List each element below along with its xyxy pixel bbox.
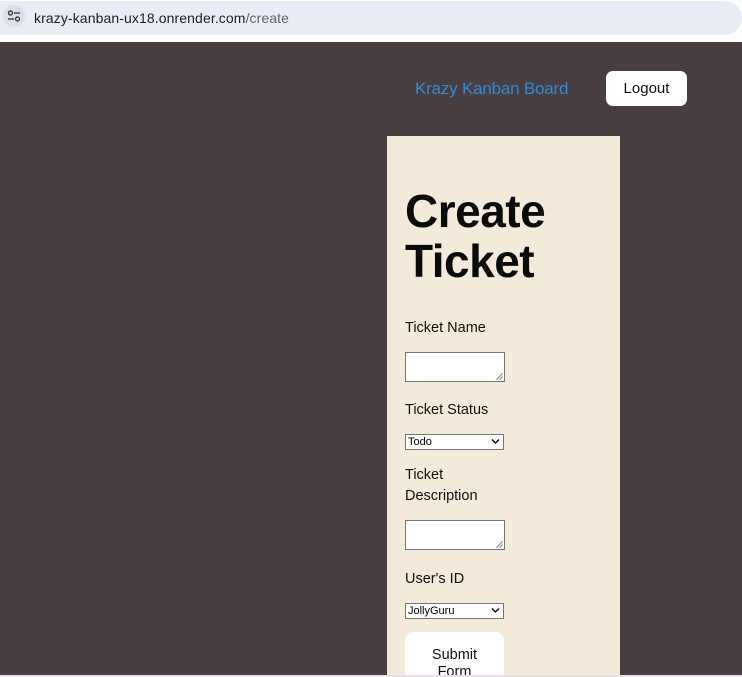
submit-form-button[interactable]: Submit Form [405, 632, 504, 677]
ticket-name-label: Ticket Name [405, 320, 486, 336]
chevron-down-icon [491, 438, 500, 445]
url-host: krazy-kanban-ux18.onrender.com [34, 10, 246, 26]
logout-button[interactable]: Logout [606, 71, 687, 106]
user-id-select[interactable]: JollyGuru [405, 603, 504, 619]
ticket-status-select[interactable]: Todo [405, 434, 504, 450]
ticket-description-label: Ticket Description [405, 467, 478, 504]
user-id-label: User's ID [405, 571, 465, 587]
ticket-description-input[interactable] [405, 520, 505, 550]
browser-address-bar: krazy-kanban-ux18.onrender.com/create [0, 0, 742, 38]
url-field[interactable]: krazy-kanban-ux18.onrender.com/create [0, 1, 742, 35]
url-text[interactable]: krazy-kanban-ux18.onrender.com/create [34, 10, 289, 26]
site-info-tune-icon[interactable] [3, 5, 25, 27]
ticket-name-input[interactable] [405, 352, 505, 382]
page-title: Create Ticket [405, 185, 546, 287]
brand-link[interactable]: Krazy Kanban Board [415, 79, 568, 99]
resize-grip-icon[interactable] [496, 541, 503, 548]
user-id-value: JollyGuru [408, 605, 455, 617]
chevron-down-icon [491, 607, 500, 614]
resize-grip-icon[interactable] [496, 373, 503, 380]
ticket-status-label: Ticket Status [405, 402, 489, 418]
create-ticket-form: Create Ticket Ticket Name Ticket Status … [387, 136, 620, 677]
page-viewport: Krazy Kanban Board Logout Create Ticket … [0, 42, 742, 677]
url-path: /create [245, 10, 290, 26]
ticket-status-value: Todo [408, 436, 432, 448]
